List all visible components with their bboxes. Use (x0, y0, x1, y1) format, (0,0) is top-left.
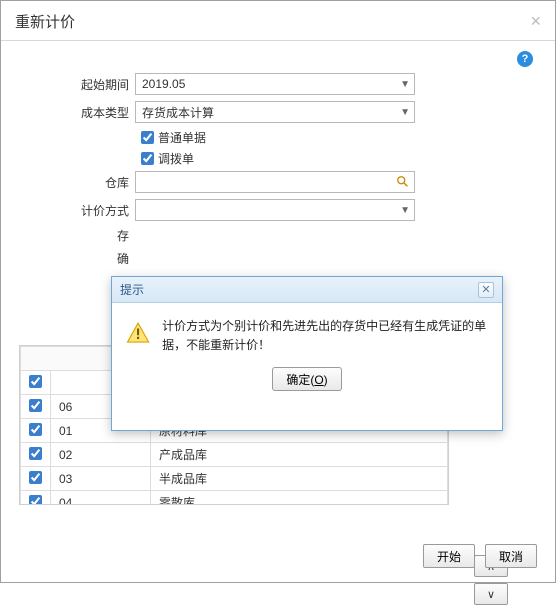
start-period-value: 2019.05 (142, 77, 185, 91)
warehouse-label: 仓库 (19, 174, 135, 191)
row6-label: 确 (19, 250, 135, 267)
start-button[interactable]: 开始 (423, 544, 475, 568)
help-row: ? (19, 51, 537, 67)
footer: 开始 取消 (423, 544, 537, 568)
chevron-down-icon: ∨ (487, 588, 495, 601)
start-period-label: 起始期间 (19, 76, 135, 93)
normal-doc-label: 普通单据 (158, 129, 206, 146)
help-icon[interactable]: ? (517, 51, 533, 67)
cost-type-label: 成本类型 (19, 104, 135, 121)
content-area: ? 起始期间 2019.05 ▼ 成本类型 存货成本计算 ▼ 普通单据 (1, 41, 555, 505)
search-icon (396, 175, 410, 189)
warehouse-lookup[interactable] (135, 171, 415, 193)
dialog-title: 提示 (120, 281, 144, 298)
dialog-ok-button[interactable]: 确定(O) (272, 367, 342, 391)
dialog-close-button[interactable]: ✕ (478, 282, 494, 298)
chevron-down-icon: ▼ (400, 79, 410, 90)
form: 起始期间 2019.05 ▼ 成本类型 存货成本计算 ▼ 普通单据 调拨单 (19, 73, 537, 267)
row-checkbox[interactable] (29, 423, 42, 436)
start-period-combo[interactable]: 2019.05 ▼ (135, 73, 415, 95)
row-name: 零散库 (151, 491, 448, 506)
chevron-down-icon: ▼ (400, 107, 410, 118)
cost-type-value: 存货成本计算 (142, 104, 214, 121)
method-label: 计价方式 (19, 202, 135, 219)
cancel-button[interactable]: 取消 (485, 544, 537, 568)
recalc-window: 重新计价 × ? 起始期间 2019.05 ▼ 成本类型 存货成本计算 ▼ (0, 0, 556, 583)
dialog-titlebar: 提示 ✕ (112, 277, 502, 303)
table-row: 02 产成品库 (21, 443, 448, 467)
row-checkbox[interactable] (29, 447, 42, 460)
row-name: 产成品库 (151, 443, 448, 467)
chevron-down-icon: ▼ (400, 205, 410, 216)
row-checkbox[interactable] (29, 399, 42, 412)
transfer-doc-checkbox[interactable] (141, 152, 154, 165)
cost-type-combo[interactable]: 存货成本计算 ▼ (135, 101, 415, 123)
alert-dialog: 提示 ✕ 计价方式为个别计价和先进先出的存货中已经有生成凭证的单据，不能重新计价… (111, 276, 503, 431)
title-bar: 重新计价 × (1, 1, 555, 41)
normal-doc-checkbox[interactable] (141, 131, 154, 144)
move-down-button[interactable]: ∨ (474, 583, 508, 605)
row-checkbox[interactable] (29, 495, 42, 506)
row-code: 04 (51, 491, 151, 506)
window-title: 重新计价 (15, 11, 75, 32)
dialog-message: 计价方式为个别计价和先进先出的存货中已经有生成凭证的单据，不能重新计价！ (162, 317, 488, 355)
row-checkbox[interactable] (29, 471, 42, 484)
table-row: 04 零散库 (21, 491, 448, 506)
table-row: 03 半成品库 (21, 467, 448, 491)
row-name: 半成品库 (151, 467, 448, 491)
method-combo[interactable]: ▼ (135, 199, 415, 221)
row-code: 02 (51, 443, 151, 467)
close-icon[interactable]: × (530, 11, 541, 32)
row-code: 03 (51, 467, 151, 491)
warning-icon (126, 317, 150, 349)
row5-label: 存 (19, 227, 135, 244)
select-all-checkbox[interactable] (29, 375, 42, 388)
transfer-doc-label: 调拨单 (158, 150, 194, 167)
